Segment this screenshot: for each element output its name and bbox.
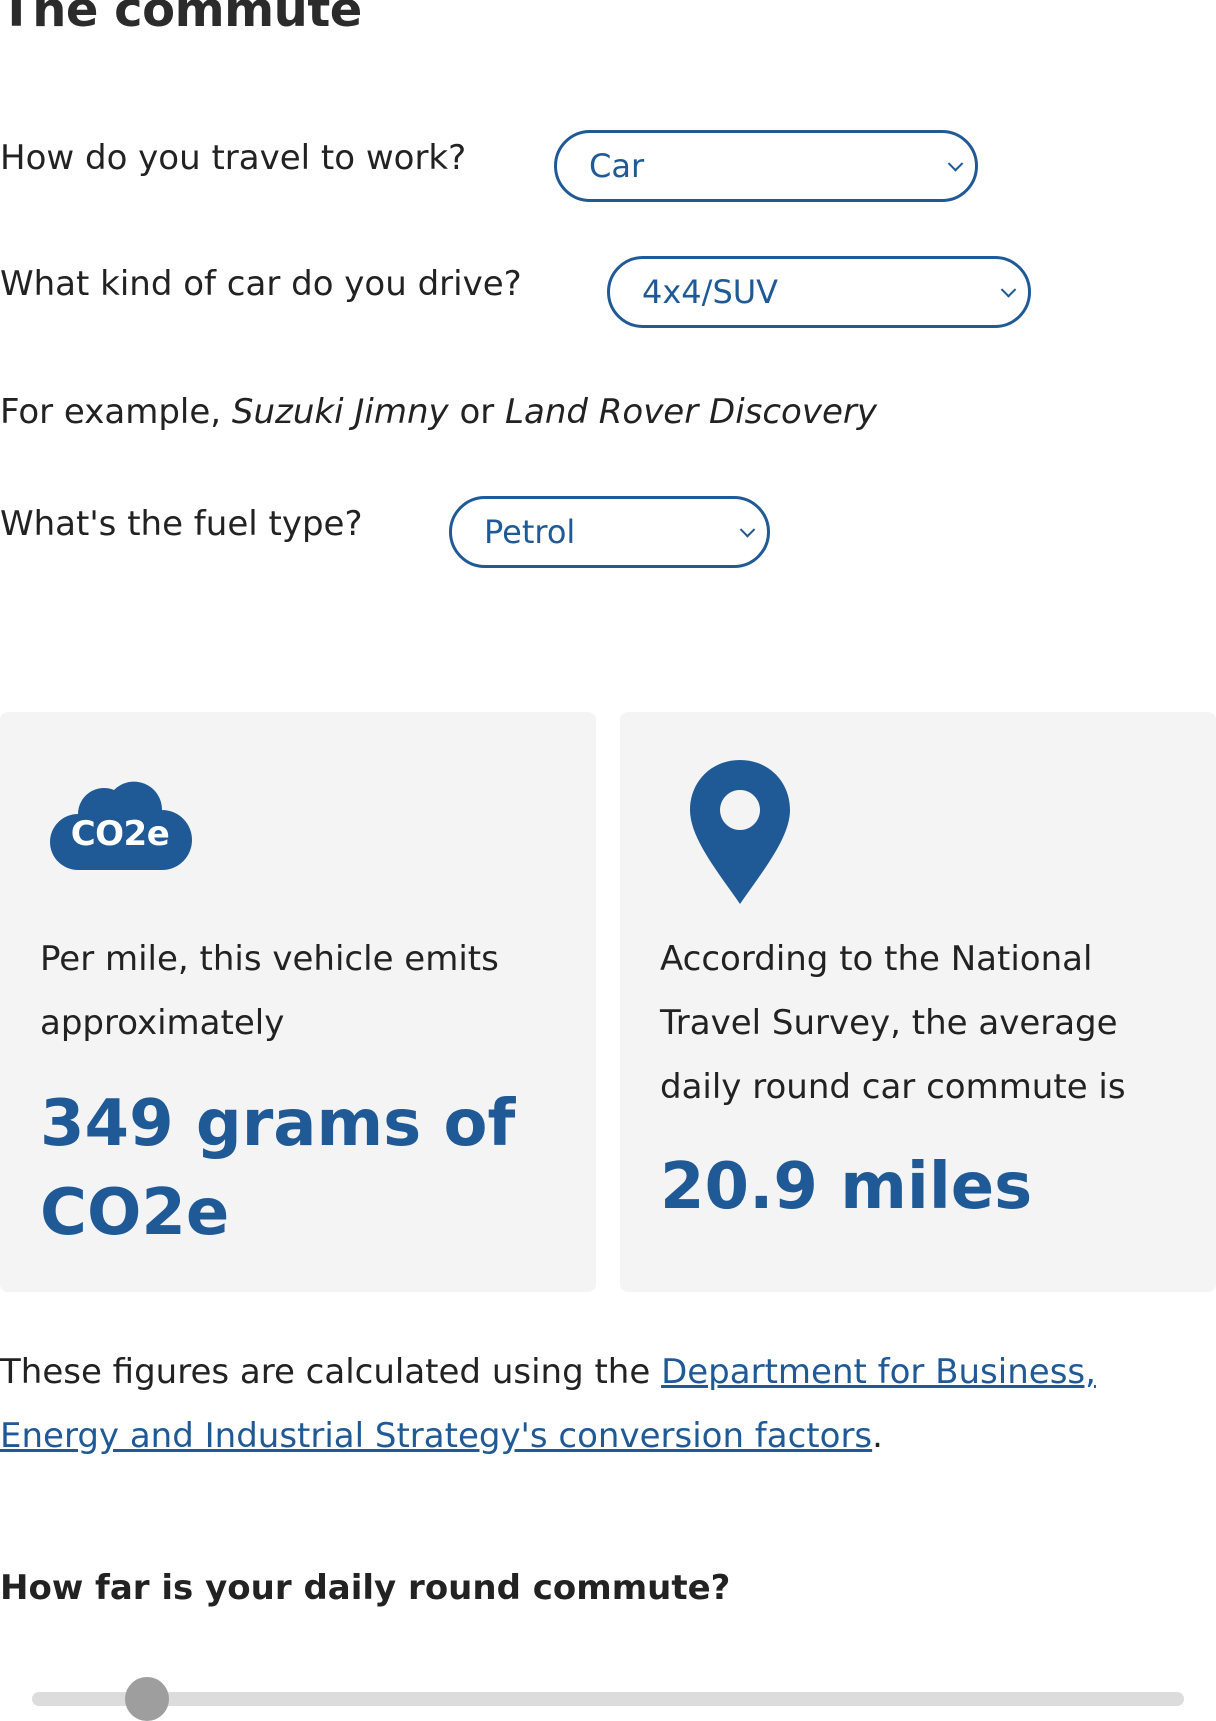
example-car-2: Land Rover Discovery xyxy=(505,392,877,432)
emissions-card: CO2e Per mile, this vehicle emits approx… xyxy=(0,712,596,1292)
footnote: These figures are calculated using the D… xyxy=(0,1340,1210,1468)
distance-card: According to the National Travel Survey,… xyxy=(620,712,1216,1292)
fuel-type-value: Petrol xyxy=(484,513,576,551)
chevron-down-icon xyxy=(1000,282,1017,298)
slider-thumb[interactable] xyxy=(125,1677,170,1721)
footnote-suffix: . xyxy=(872,1416,883,1456)
travel-mode-value: Car xyxy=(589,147,645,185)
footnote-prefix: These figures are calculated using the xyxy=(0,1352,662,1392)
co2e-cloud-icon: CO2e xyxy=(48,774,192,870)
commute-distance-question: How far is your daily round commute? xyxy=(0,1568,731,1608)
fuel-type-select[interactable]: Petrol xyxy=(449,496,770,568)
distance-value: 20.9 miles xyxy=(660,1150,1033,1224)
car-kind-select[interactable]: 4x4/SUV xyxy=(607,256,1031,328)
chevron-down-icon xyxy=(947,156,964,172)
co2e-icon-text: CO2e xyxy=(70,814,170,854)
pin-shape xyxy=(690,760,790,904)
example-prefix: For example, xyxy=(0,392,222,432)
chevron-down-icon xyxy=(739,522,756,538)
travel-mode-select[interactable]: Car xyxy=(554,130,978,202)
car-kind-value: 4x4/SUV xyxy=(642,273,779,311)
emissions-value: 349 grams of CO2e xyxy=(40,1087,516,1250)
page-title: The commute xyxy=(0,0,362,38)
map-pin-icon xyxy=(688,760,792,904)
emissions-description: Per mile, this vehicle emits approximate… xyxy=(40,939,499,1043)
commute-distance-slider[interactable] xyxy=(32,1677,1184,1721)
car-example-text: For example, Suzuki Jimny or Land Rover … xyxy=(0,392,877,432)
car-kind-label: What kind of car do you drive? xyxy=(0,264,522,304)
travel-mode-label: How do you travel to work? xyxy=(0,138,467,178)
example-joiner: or xyxy=(459,392,495,432)
example-car-1: Suzuki Jimny xyxy=(231,392,449,432)
fuel-type-label: What's the fuel type? xyxy=(0,504,363,544)
distance-description: According to the National Travel Survey,… xyxy=(660,939,1126,1107)
